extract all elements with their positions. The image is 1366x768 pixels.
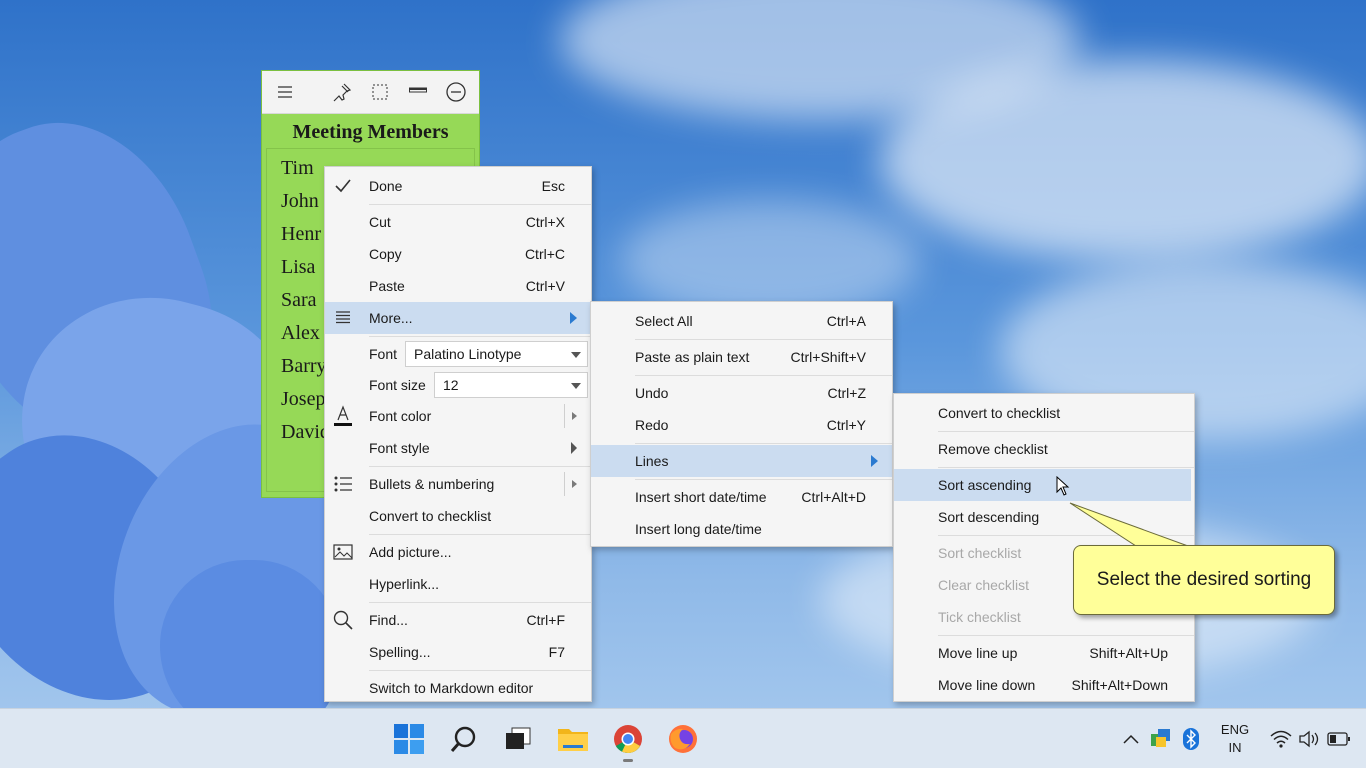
menu-item-redo[interactable]: Redo Ctrl+Y bbox=[591, 409, 892, 441]
chevron-down-icon bbox=[571, 383, 581, 389]
menu-separator bbox=[938, 431, 1194, 432]
menu-item-short-date[interactable]: Insert short date/time Ctrl+Alt+D bbox=[591, 481, 892, 513]
menu-item-sort-ascending[interactable]: Sort ascending bbox=[894, 469, 1191, 501]
submenu-arrow-icon[interactable] bbox=[572, 480, 577, 488]
menu-item-add-picture[interactable]: Add picture... bbox=[325, 536, 591, 568]
taskbar: ENG IN bbox=[0, 708, 1366, 768]
font-color-icon bbox=[333, 405, 353, 426]
menu-separator bbox=[369, 602, 591, 603]
menu-separator bbox=[635, 339, 892, 340]
chrome-icon[interactable] bbox=[612, 723, 644, 755]
menu-item-paste[interactable]: Paste Ctrl+V bbox=[325, 270, 591, 302]
windows-start-icon[interactable] bbox=[393, 723, 425, 755]
active-app-indicator bbox=[623, 759, 633, 762]
note-toolbar bbox=[262, 71, 479, 114]
split-divider bbox=[564, 404, 565, 428]
chevron-up-icon[interactable] bbox=[1119, 727, 1143, 751]
submenu-arrow-icon bbox=[570, 312, 577, 324]
more-submenu: Select All Ctrl+A Paste as plain text Ct… bbox=[590, 301, 893, 547]
menu-item-convert-checklist[interactable]: Convert to checklist bbox=[325, 500, 591, 532]
menu-item-undo[interactable]: Undo Ctrl+Z bbox=[591, 377, 892, 409]
menu-item-remove-checklist[interactable]: Remove checklist bbox=[894, 433, 1194, 465]
pin-icon[interactable] bbox=[329, 79, 355, 105]
volume-icon[interactable] bbox=[1297, 727, 1321, 751]
input-language-indicator[interactable]: ENG IN bbox=[1219, 721, 1251, 757]
menu-item-cut[interactable]: Cut Ctrl+X bbox=[325, 206, 591, 238]
submenu-arrow-icon bbox=[571, 442, 577, 454]
menu-item-font-size: Font size 12 bbox=[325, 370, 591, 400]
network-status-icon[interactable] bbox=[1149, 727, 1173, 751]
menu-separator bbox=[369, 466, 591, 467]
file-explorer-icon[interactable] bbox=[557, 723, 589, 755]
firefox-icon[interactable] bbox=[667, 723, 699, 755]
submenu-arrow-icon bbox=[871, 455, 878, 467]
chevron-down-icon bbox=[571, 352, 581, 358]
menu-item-font: Font Palatino Linotype bbox=[325, 338, 591, 370]
menu-item-move-line-down[interactable]: Move line down Shift+Alt+Down bbox=[894, 669, 1194, 701]
picture-icon bbox=[333, 542, 353, 562]
menu-separator bbox=[369, 670, 591, 671]
menu-item-paste-plain[interactable]: Paste as plain text Ctrl+Shift+V bbox=[591, 341, 892, 373]
menu-separator bbox=[635, 479, 892, 480]
menu-item-hyperlink[interactable]: Hyperlink... bbox=[325, 568, 591, 600]
menu-item-move-line-up[interactable]: Move line up Shift+Alt+Up bbox=[894, 637, 1194, 669]
menu-item-more[interactable]: More... bbox=[325, 302, 591, 334]
menu-item-done[interactable]: Done Esc bbox=[325, 170, 591, 202]
menu-item-bullets[interactable]: Bullets & numbering bbox=[325, 468, 591, 500]
menu-separator bbox=[369, 336, 591, 337]
callout-tooltip: Select the desired sorting bbox=[1073, 545, 1335, 615]
submenu-arrow-icon[interactable] bbox=[572, 412, 577, 420]
task-view-icon[interactable] bbox=[502, 723, 534, 755]
menu-separator bbox=[635, 443, 892, 444]
menu-item-lines[interactable]: Lines bbox=[591, 445, 892, 477]
search-icon bbox=[333, 610, 353, 630]
menu-separator bbox=[369, 534, 591, 535]
mouse-cursor-icon bbox=[1056, 475, 1070, 499]
menu-icon[interactable] bbox=[272, 79, 298, 105]
menu-item-font-style[interactable]: Font style bbox=[325, 432, 591, 464]
split-divider bbox=[564, 472, 565, 496]
menu-item-spelling[interactable]: Spelling... F7 bbox=[325, 636, 591, 668]
menu-separator bbox=[938, 467, 1194, 468]
menu-item-markdown[interactable]: Switch to Markdown editor bbox=[325, 672, 591, 704]
context-menu: Done Esc Cut Ctrl+X Copy Ctrl+C Paste Ct… bbox=[324, 166, 592, 702]
note-title: Meeting Members bbox=[292, 121, 449, 143]
menu-item-convert-checklist[interactable]: Convert to checklist bbox=[894, 397, 1194, 429]
search-icon[interactable] bbox=[448, 723, 480, 755]
menu-item-find[interactable]: Find... Ctrl+F bbox=[325, 604, 591, 636]
checkmark-icon bbox=[333, 176, 353, 196]
menu-item-long-date[interactable]: Insert long date/time bbox=[591, 513, 892, 545]
menu-item-font-color[interactable]: Font color bbox=[325, 400, 591, 432]
rollup-icon[interactable] bbox=[405, 79, 431, 105]
minimize-note-icon[interactable] bbox=[443, 79, 469, 105]
menu-separator bbox=[369, 204, 591, 205]
bullet-list-icon bbox=[333, 474, 353, 494]
menu-item-select-all[interactable]: Select All Ctrl+A bbox=[591, 305, 892, 337]
menu-item-copy[interactable]: Copy Ctrl+C bbox=[325, 238, 591, 270]
menu-separator bbox=[938, 635, 1194, 636]
select-region-icon[interactable] bbox=[367, 79, 393, 105]
bluetooth-icon[interactable] bbox=[1179, 727, 1203, 751]
battery-icon[interactable] bbox=[1327, 727, 1351, 751]
wifi-icon[interactable] bbox=[1269, 727, 1293, 751]
menu-separator bbox=[635, 375, 892, 376]
lines-icon bbox=[333, 308, 353, 328]
font-size-combobox[interactable]: 12 bbox=[434, 372, 588, 398]
font-combobox[interactable]: Palatino Linotype bbox=[405, 341, 588, 367]
